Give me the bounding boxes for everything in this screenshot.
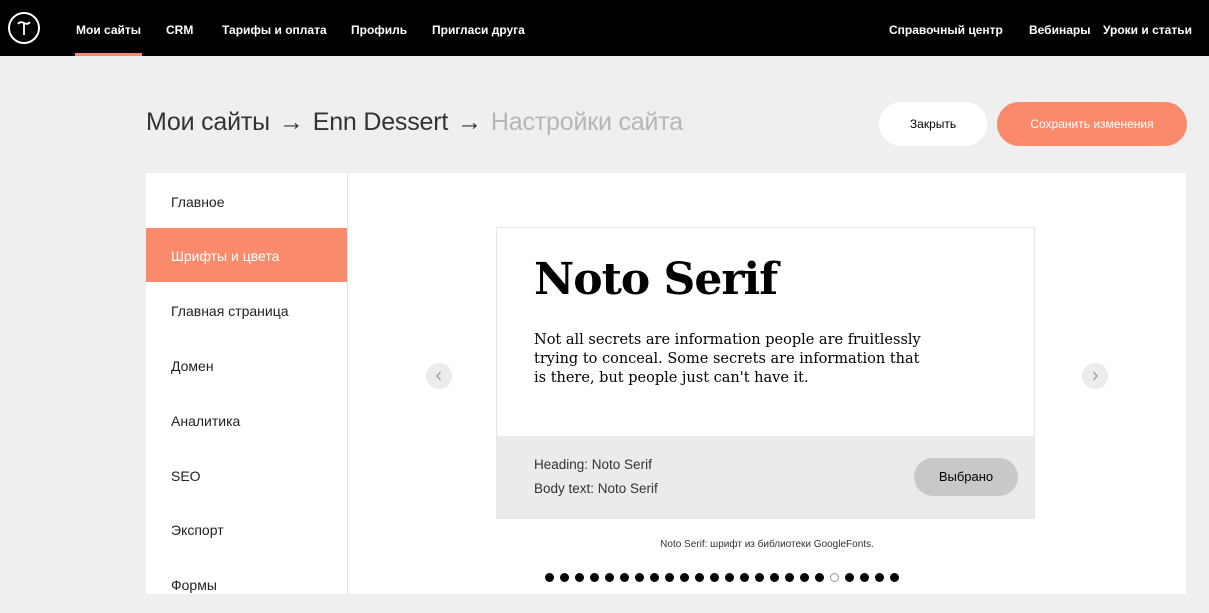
breadcrumb-site[interactable]: Enn Dessert [313,108,449,136]
pagination-dot[interactable] [620,573,629,582]
pagination-dot[interactable] [740,573,749,582]
pagination-dot[interactable] [785,573,794,582]
nav-crm[interactable]: CRM [166,0,193,56]
font-caption: Noto Serif: шрифт из библиотеки GoogleFo… [660,539,874,550]
pagination-dot[interactable] [710,573,719,582]
sidebar-item-export[interactable]: Экспорт [146,502,347,556]
breadcrumb: Мои сайты → Enn Dessert → Настройки сайта [146,108,683,137]
sidebar-item-home-page[interactable]: Главная страница [146,283,347,337]
close-button[interactable]: Закрыть [879,102,987,146]
breadcrumb-arrow: → [457,108,482,136]
nav-help-center[interactable]: Справочный центр [889,0,1003,56]
nav-invite-friend[interactable]: Пригласи друга [432,0,525,56]
font-preview-footer: Heading: Noto Serif Body text: Noto Seri… [497,436,1034,518]
breadcrumb-current: Настройки сайта [490,108,683,136]
settings-sidebar: Главное Шрифты и цвета Главная страница … [146,173,348,594]
pagination-dot[interactable] [770,573,779,582]
nav-lessons[interactable]: Уроки и статьи [1103,0,1192,56]
pagination-dot[interactable] [860,573,869,582]
logo-icon[interactable] [8,12,40,44]
pagination-dot[interactable] [560,573,569,582]
sidebar-item-seo[interactable]: SEO [146,448,347,502]
pagination-dot[interactable] [695,573,704,582]
top-navigation-bar: Мои сайты CRM Тарифы и оплата Профиль Пр… [0,0,1209,56]
save-changes-button[interactable]: Сохранить изменения [997,102,1187,146]
pagination-dot-current[interactable] [830,573,839,582]
pagination-dot[interactable] [755,573,764,582]
heading-font-label: Heading: Noto Serif [534,457,652,472]
sidebar-item-fonts-colors[interactable]: Шрифты и цвета [146,228,347,282]
font-settings-panel: Noto Serif Not all secrets are informati… [348,173,1186,594]
nav-tariffs[interactable]: Тарифы и оплата [222,0,327,56]
pagination-dot[interactable] [845,573,854,582]
nav-my-sites[interactable]: Мои сайты [74,0,143,56]
sidebar-item-domain[interactable]: Домен [146,338,347,392]
pagination-dot[interactable] [680,573,689,582]
chevron-left-icon[interactable] [426,363,452,389]
sidebar-item-forms[interactable]: Формы [146,557,347,611]
pagination-dot[interactable] [575,573,584,582]
breadcrumb-arrow: → [278,108,304,136]
nav-webinars[interactable]: Вебинары [1029,0,1090,56]
pagination-dot[interactable] [545,573,554,582]
pagination-dot[interactable] [890,573,899,582]
pagination-dot[interactable] [875,573,884,582]
chevron-right-icon[interactable] [1082,363,1108,389]
pagination-dot[interactable] [815,573,824,582]
breadcrumb-root[interactable]: Мои сайты [146,108,270,136]
sidebar-item-main[interactable]: Главное [146,174,347,228]
pagination-dot[interactable] [650,573,659,582]
selected-button[interactable]: Выбрано [914,458,1018,496]
pagination-dot[interactable] [665,573,674,582]
pagination-dot[interactable] [605,573,614,582]
pagination-dot[interactable] [725,573,734,582]
body-font-label: Body text: Noto Serif [534,481,658,496]
font-title: Noto Serif [534,254,778,305]
pagination-dot[interactable] [800,573,809,582]
nav-profile[interactable]: Профиль [351,0,407,56]
sidebar-item-analytics[interactable]: Аналитика [146,393,347,447]
pagination-dot[interactable] [635,573,644,582]
pagination-dot[interactable] [590,573,599,582]
pagination-dots [545,573,905,585]
font-preview-card: Noto Serif Not all secrets are informati… [496,227,1035,519]
font-sample-text: Not all secrets are information people a… [534,332,921,386]
